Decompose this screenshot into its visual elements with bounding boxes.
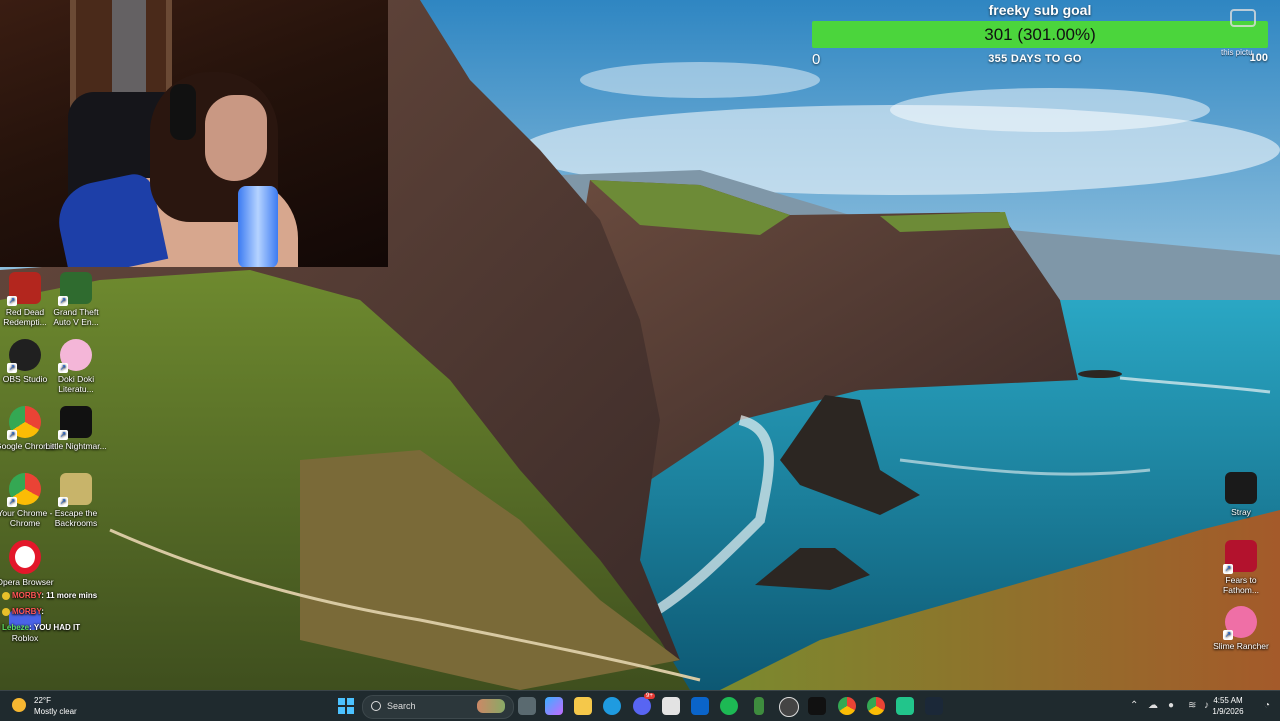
discord-badge: 9+ — [644, 693, 655, 699]
shortcut-arrow-icon: ↗ — [7, 296, 17, 306]
badge-icon — [2, 591, 10, 600]
slime-rancher-icon: ↗ — [1223, 606, 1257, 640]
search-box[interactable]: Search — [362, 695, 514, 719]
doki-doki-icon: ↗ — [58, 339, 92, 373]
chat-overlay: MORBY: 11 more mins MORBY: Lebeze: YOU H… — [2, 588, 97, 636]
wifi-icon[interactable]: ≋ — [1188, 700, 1196, 711]
shortcut-arrow-icon: ↗ — [7, 497, 17, 507]
chrome-icon: ↗ — [7, 406, 41, 440]
clock[interactable]: 4:55 AM 1/9/2026 — [1206, 695, 1250, 717]
task-view-icon[interactable] — [518, 697, 536, 715]
little-nightmares-icon: ↗ — [58, 406, 92, 440]
system-tray: ⌃ ☁ ● ≋ ♪ 4:55 AM 1/9/2026 ◔ — [1120, 691, 1280, 721]
chat-username: MORBY — [12, 591, 42, 600]
desktop-icon-label: Escape the Backrooms — [54, 508, 98, 528]
desktop-icon-gta-v[interactable]: ↗ Grand Theft Auto V En... — [45, 272, 107, 327]
clock-time: 4:55 AM — [1213, 696, 1243, 705]
badge-icon — [2, 607, 10, 616]
water-bottle — [238, 186, 278, 267]
edge-icon[interactable] — [603, 697, 621, 715]
shortcut-arrow-icon: ↗ — [58, 363, 68, 373]
goal-title: freeky sub goal — [988, 2, 1092, 18]
streamer-face — [205, 95, 267, 181]
goal-days-remaining: 355 DAYS TO GO — [988, 53, 1082, 65]
search-highlight-icon — [477, 699, 505, 713]
camera-icon — [1230, 9, 1256, 27]
weather-temp: 22°F — [34, 696, 51, 705]
backrooms-icon: ↗ — [58, 473, 92, 507]
cloud-icon[interactable]: ☁ — [1148, 700, 1158, 711]
shortcut-arrow-icon: ↗ — [58, 497, 68, 507]
notification-icon[interactable]: ◔ — [1264, 700, 1270, 711]
obs-icon: ↗ — [7, 339, 41, 373]
desktop-icon-little-nightmares[interactable]: ↗ Little Nightmar... — [45, 406, 107, 451]
clock-date: 1/9/2026 — [1212, 707, 1244, 716]
chat-text: : YOU HAD IT — [29, 623, 81, 632]
store-icon[interactable] — [662, 697, 680, 715]
goal-value: 301 (301.00%) — [984, 25, 1096, 44]
desktop-icon-opera[interactable]: Opera Browser — [0, 540, 56, 587]
chat-message: MORBY: — [2, 604, 97, 620]
weather-icon — [12, 698, 26, 712]
shortcut-arrow-icon: ↗ — [7, 430, 17, 440]
shortcut-arrow-icon: ↗ — [58, 296, 68, 306]
desktop-icon-label: Stray — [1231, 507, 1251, 517]
chrome-profile-icon: ↗ — [7, 473, 41, 507]
chevron-up-icon[interactable]: ⌃ — [1130, 700, 1138, 711]
weather-desc: Mostly clear — [34, 707, 77, 716]
steam-icon[interactable] — [925, 697, 943, 715]
overlay-corner-text: this pictu — [1221, 48, 1253, 57]
shortcut-arrow-icon: ↗ — [1223, 630, 1233, 640]
copilot-icon[interactable] — [545, 697, 563, 715]
spotify-icon[interactable] — [720, 697, 738, 715]
gta-v-icon: ↗ — [58, 272, 92, 306]
app-icon[interactable] — [896, 697, 914, 715]
chrome-profile-icon[interactable] — [867, 697, 885, 715]
desktop-icon-label: Little Nightmar... — [45, 441, 107, 451]
chat-message: Lebeze: YOU HAD IT — [2, 620, 97, 636]
tiktok-icon[interactable] — [808, 697, 826, 715]
obs-icon[interactable] — [779, 697, 799, 717]
opera-icon — [9, 540, 41, 574]
desktop-icon-label: Slime Rancher — [1213, 641, 1269, 651]
background-window — [112, 0, 146, 92]
desktop-icon-label: Opera Browser — [0, 577, 54, 587]
desktop-icon-fears-to-fathom[interactable]: ↗ Fears to Fathom... — [1210, 540, 1272, 595]
search-icon — [371, 701, 381, 711]
desktop-icon-label: Doki Doki Literatu... — [57, 374, 95, 394]
headset — [170, 84, 196, 140]
red-dead-icon: ↗ — [7, 272, 41, 306]
desktop-icon-label: Grand Theft Auto V En... — [53, 307, 99, 327]
game-icon[interactable] — [754, 697, 764, 715]
chat-username: MORBY — [12, 607, 42, 616]
shortcut-arrow-icon: ↗ — [7, 363, 17, 373]
desktop-icon-doki-doki[interactable]: ↗ Doki Doki Literatu... — [45, 339, 107, 394]
chat-username: Lebeze — [2, 623, 30, 632]
desktop-icon-stray[interactable]: Stray — [1210, 472, 1272, 517]
taskbar: 22°F Mostly clear Search 9+ ⌃ ☁ ● ≋ ♪ 4:… — [0, 690, 1280, 721]
microphone-icon[interactable]: ● — [1168, 700, 1174, 711]
chat-text: : — [41, 607, 44, 616]
discord-icon[interactable] — [633, 697, 651, 715]
chat-message: MORBY: 11 more mins — [2, 588, 97, 604]
fears-to-fathom-icon: ↗ — [1223, 540, 1257, 574]
outlook-icon[interactable] — [691, 697, 709, 715]
webcam-feed — [0, 0, 388, 267]
desktop-icon-slime-rancher[interactable]: ↗ Slime Rancher — [1210, 606, 1272, 651]
start-button[interactable] — [338, 698, 354, 714]
chat-text: : 11 more mins — [41, 591, 98, 600]
shortcut-arrow-icon: ↗ — [58, 430, 68, 440]
desktop-icon-backrooms[interactable]: ↗ Escape the Backrooms — [45, 473, 107, 528]
shortcut-arrow-icon: ↗ — [1223, 564, 1233, 574]
chrome-icon[interactable] — [838, 697, 856, 715]
sub-goal-widget: freeky sub goal 301 (301.00%) 0 355 DAYS… — [812, 0, 1268, 72]
file-explorer-icon[interactable] — [574, 697, 592, 715]
stray-icon — [1225, 472, 1257, 504]
search-label: Search — [387, 701, 416, 711]
desktop-icon-label: Fears to Fathom... — [1223, 575, 1259, 595]
